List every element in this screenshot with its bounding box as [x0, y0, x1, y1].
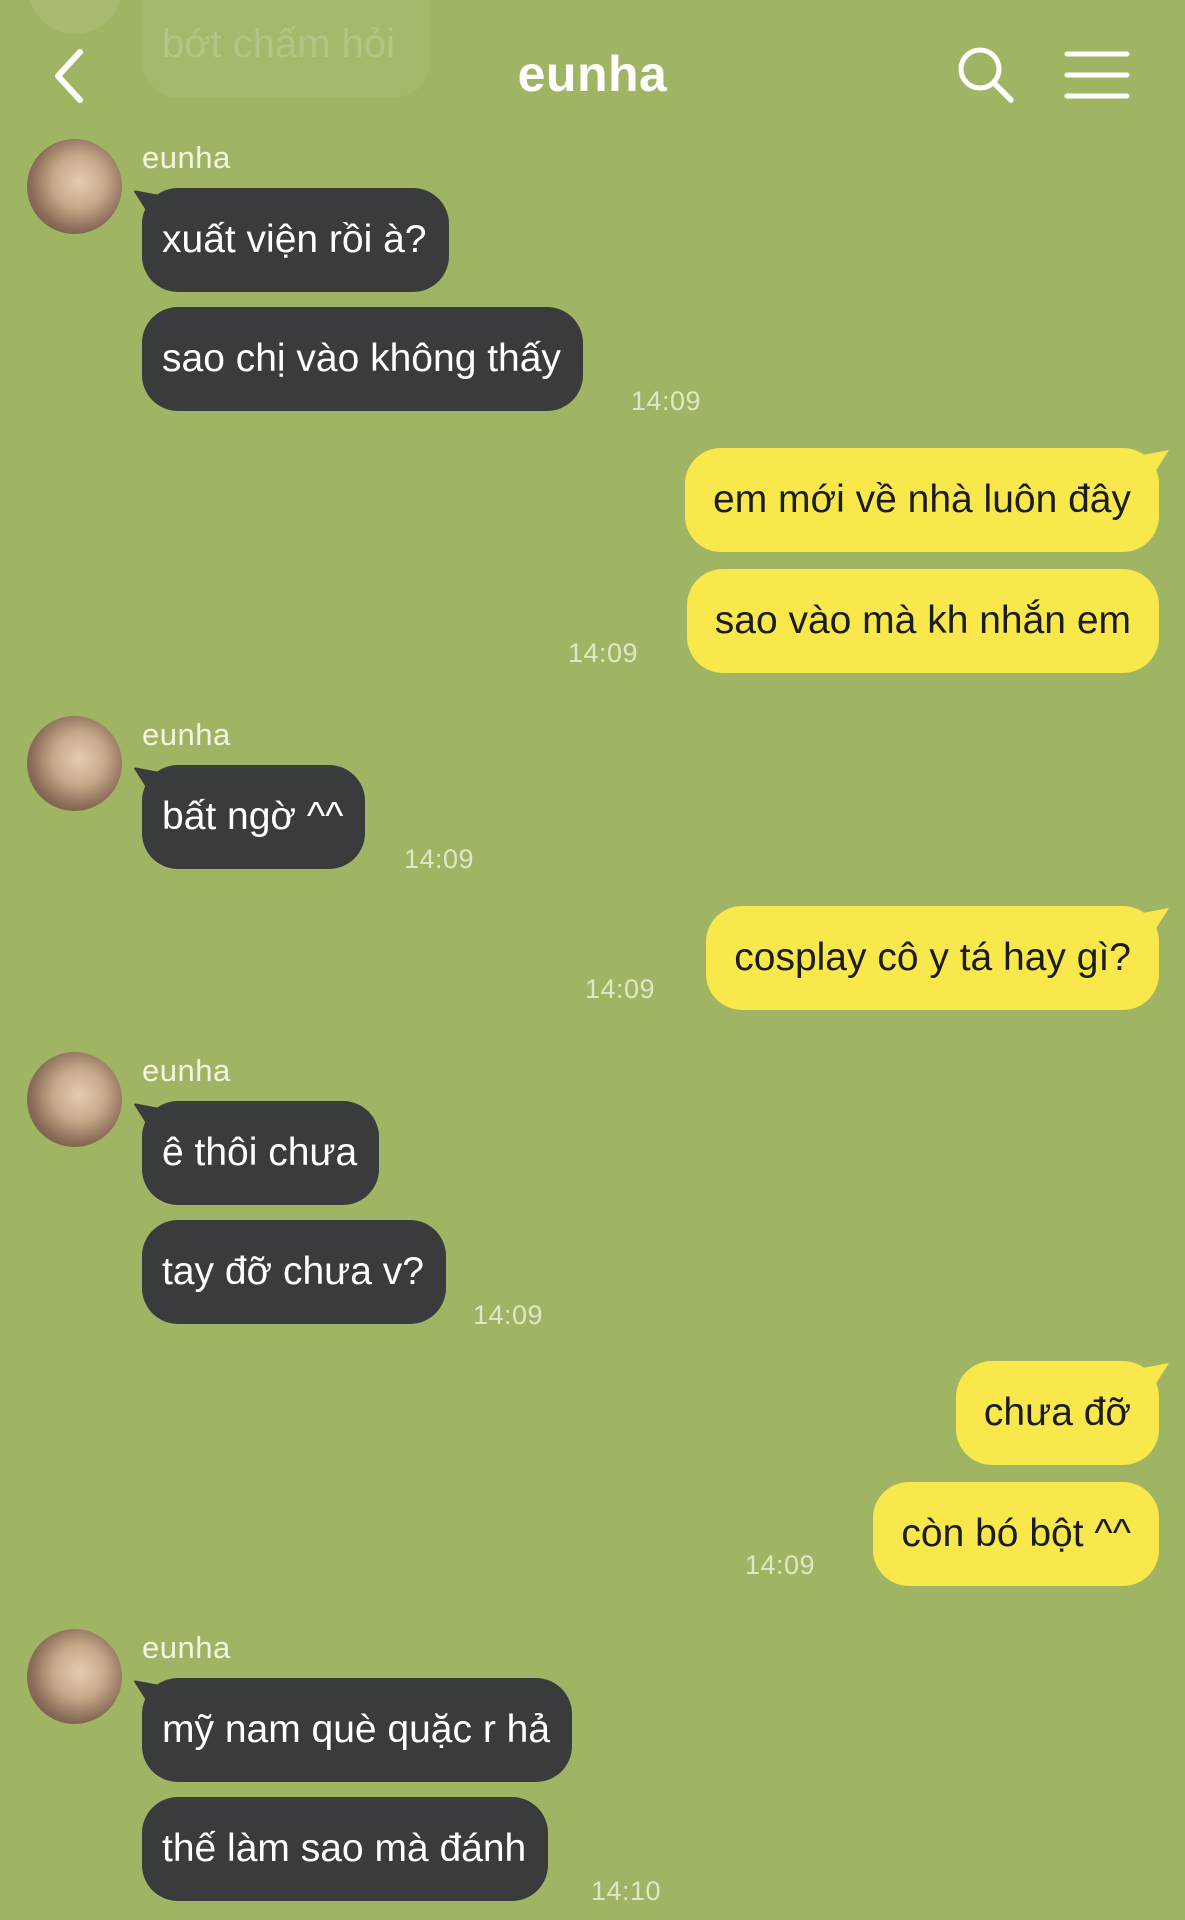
- sender-name: eunha: [142, 1630, 231, 1665]
- outgoing-message-bubble[interactable]: còn bó bột ^^: [873, 1482, 1159, 1586]
- message-text: cosplay cô y tá hay gì?: [734, 936, 1131, 979]
- message-text: em mới về nhà luôn đây: [713, 478, 1131, 521]
- message-timestamp: 14:09: [745, 1550, 816, 1580]
- message-timestamp: 14:09: [473, 1300, 544, 1330]
- message-timestamp: 14:09: [404, 844, 475, 874]
- message-timestamp: 14:09: [568, 638, 639, 668]
- incoming-message-bubble[interactable]: xuất viện rồi à?: [142, 188, 449, 292]
- outgoing-message-bubble[interactable]: sao vào mà kh nhắn em: [686, 569, 1159, 673]
- incoming-message-bubble[interactable]: sao chị vào không thấy: [142, 307, 583, 411]
- message-text: xuất viện rồi à?: [162, 218, 427, 261]
- message-text: mỹ nam què quặc r hả: [162, 1708, 551, 1751]
- incoming-message-bubble[interactable]: mỹ nam què quặc r hả: [142, 1678, 573, 1782]
- avatar[interactable]: [27, 139, 122, 234]
- message-text: còn bó bột ^^: [901, 1512, 1131, 1555]
- avatar[interactable]: [27, 1629, 122, 1724]
- message-timestamp: 14:09: [585, 974, 656, 1004]
- message-text: sao vào mà kh nhắn em: [714, 599, 1131, 642]
- outgoing-message-bubble[interactable]: em mới về nhà luôn đây: [685, 448, 1159, 552]
- avatar[interactable]: [27, 1052, 122, 1147]
- search-icon: [958, 47, 1014, 103]
- message-text: tay đỡ chưa v?: [162, 1250, 424, 1293]
- message-text: ê thôi chưa: [162, 1131, 358, 1174]
- outgoing-message-bubble[interactable]: chưa đỡ: [955, 1361, 1159, 1465]
- message-text: chưa đỡ: [983, 1391, 1131, 1434]
- message-timestamp: 14:09: [631, 386, 702, 416]
- message-text: sao chị vào không thấy: [162, 337, 561, 380]
- message-text: thế làm sao mà đánh: [162, 1827, 527, 1870]
- incoming-message-bubble[interactable]: bất ngờ ^^: [142, 765, 366, 869]
- sender-name: eunha: [142, 140, 231, 175]
- message-timestamp: 14:10: [591, 1876, 662, 1906]
- avatar[interactable]: [27, 716, 122, 811]
- sender-name: eunha: [142, 1053, 231, 1088]
- search-button[interactable]: [955, 44, 1017, 106]
- incoming-message-bubble[interactable]: thế làm sao mà đánh: [142, 1797, 549, 1901]
- outgoing-message-bubble[interactable]: cosplay cô y tá hay gì?: [706, 906, 1159, 1010]
- menu-button[interactable]: [1062, 48, 1132, 102]
- sender-name: eunha: [142, 717, 231, 752]
- avatar-ghost: [28, 0, 122, 34]
- message-text: bất ngờ ^^: [162, 795, 344, 838]
- incoming-message-bubble[interactable]: ê thôi chưa: [142, 1101, 380, 1205]
- incoming-message-bubble[interactable]: tay đỡ chưa v?: [142, 1220, 446, 1324]
- hamburger-menu-icon: [1064, 51, 1130, 99]
